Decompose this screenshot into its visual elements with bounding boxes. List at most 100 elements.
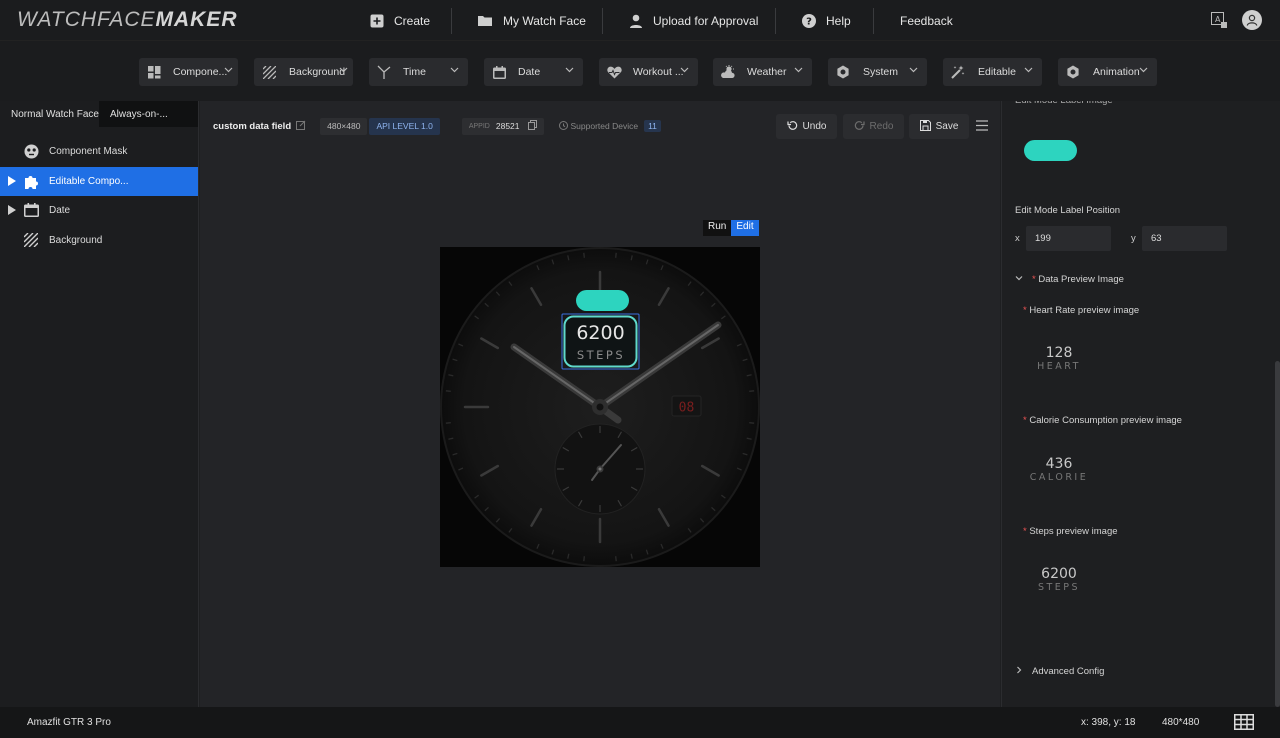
tree-item-label: Date [49, 205, 71, 217]
chevron-right-icon [1015, 666, 1023, 677]
tool-time[interactable]: Time [369, 58, 468, 86]
cloud-sun-icon [713, 65, 743, 79]
run-button[interactable]: Run [703, 220, 732, 236]
tool-components-label: Compone... [173, 66, 228, 78]
component-toolbar: Compone... Background Time Date Workout … [0, 41, 1280, 101]
save-label: Save [935, 121, 959, 132]
steps-unit-preview: STEPS [1037, 582, 1081, 593]
avatar[interactable] [1242, 10, 1262, 30]
tree-item-editable-components[interactable]: Editable Compo... [0, 166, 198, 196]
tab-always-on[interactable]: Always-on-... [99, 101, 198, 127]
tree-item-background[interactable]: Background [0, 226, 198, 256]
tool-background[interactable]: Background [254, 58, 353, 86]
menu-icon[interactable] [976, 120, 988, 134]
nav-feedback-label: Feedback [900, 13, 953, 28]
app-logo[interactable]: WATCHFACEMAKER [17, 8, 238, 32]
tool-system-label: System [863, 66, 899, 78]
grid-icon [139, 65, 169, 79]
undo-label: Undo [802, 121, 827, 132]
nav-my-watch-face-label: My Watch Face [503, 13, 586, 28]
steps-preview-image[interactable]: 6200 STEPS [1024, 566, 1094, 593]
supported-count-badge: 11 [644, 120, 661, 132]
steps-preview-label-text: Steps preview image [1029, 526, 1118, 537]
steps-value: 6200 [576, 322, 624, 344]
grid-toggle-icon[interactable] [1234, 714, 1254, 733]
field-name: custom data field [213, 120, 292, 132]
nav-help[interactable]: ? Help [802, 0, 851, 41]
tree-item-date[interactable]: Date [0, 196, 198, 226]
info-bar: custom data field 480×480 API LEVEL 1.0 … [213, 117, 668, 135]
edit-label-pill [576, 290, 629, 311]
resolution-pill: 480×480 [320, 117, 368, 135]
x-input[interactable]: 199 [1026, 226, 1111, 251]
calorie-value: 436 [1045, 456, 1073, 472]
supported-device-pill[interactable]: Supported Device 11 [552, 118, 668, 135]
tool-editable[interactable]: Editable [943, 58, 1042, 86]
heart-rate-preview-image[interactable]: 128 HEART [1024, 345, 1094, 372]
watch-preview[interactable]: 08 6200 STEPS [440, 247, 760, 567]
chevron-down-icon [1015, 274, 1023, 285]
steps-preview-label: * Steps preview image [1023, 526, 1118, 537]
tool-components[interactable]: Compone... [139, 58, 238, 86]
data-preview-section-header[interactable]: * Data Preview Image [1015, 274, 1124, 285]
heart-rate-preview-label-text: Heart Rate preview image [1029, 305, 1140, 316]
calorie-unit: CALORIE [1029, 472, 1089, 483]
edit-icon[interactable] [296, 120, 306, 132]
canvas-area: custom data field 480×480 API LEVEL 1.0 … [200, 101, 1000, 707]
heart-rate-value: 128 [1045, 345, 1073, 361]
redo-icon [854, 120, 865, 134]
y-value: 63 [1151, 233, 1162, 244]
tree-item-label: Background [49, 234, 103, 246]
tool-date[interactable]: Date [484, 58, 583, 86]
tree-item-component-mask[interactable]: Component Mask [0, 137, 198, 167]
steps-unit: STEPS [577, 348, 625, 362]
tool-system[interactable]: System [828, 58, 927, 86]
minute-tick [615, 252, 617, 258]
edit-label-image-preview[interactable] [1024, 140, 1077, 161]
save-button[interactable]: Save [909, 114, 969, 139]
chevron-down-icon [680, 65, 689, 77]
chevron-down-icon [565, 65, 574, 77]
caret-right-icon[interactable] [8, 205, 16, 218]
nav-feedback[interactable]: Feedback [900, 0, 953, 41]
nav-my-watch-face[interactable]: My Watch Face [478, 0, 586, 41]
copy-icon[interactable] [527, 120, 537, 132]
y-input[interactable]: 63 [1142, 226, 1227, 251]
help-circle-icon: ? [802, 13, 816, 28]
translate-icon[interactable]: A [1211, 12, 1227, 28]
calendar-icon [484, 65, 514, 79]
tab-normal-watch-face[interactable]: Normal Watch Face [0, 101, 99, 127]
tool-weather[interactable]: Weather [713, 58, 812, 86]
minute-tick [749, 422, 755, 424]
caret-right-icon[interactable] [8, 175, 16, 189]
edit-button[interactable]: Edit [731, 220, 759, 236]
advanced-config-header[interactable]: Advanced Config [1015, 666, 1104, 677]
undo-button[interactable]: Undo [776, 114, 837, 139]
scrollbar[interactable] [1275, 361, 1280, 707]
properties-panel: Edit Mode Label Image Edit Mode Label Po… [1001, 101, 1280, 707]
calorie-preview-label-text: Calorie Consumption preview image [1029, 415, 1182, 426]
minute-tick [615, 556, 617, 562]
mask-icon [24, 144, 39, 162]
tree-item-label: Component Mask [49, 146, 128, 158]
tool-workout[interactable]: Workout ... [599, 58, 698, 86]
mode-switch: Run Edit [703, 220, 759, 236]
redo-button[interactable]: Redo [843, 114, 904, 139]
calorie-preview-image[interactable]: 436 CALORIE [1024, 456, 1094, 483]
nav-create[interactable]: Create [370, 0, 430, 41]
heart-rate-preview-label: * Heart Rate preview image [1023, 305, 1140, 316]
device-name[interactable]: Amazfit GTR 3 Pro [27, 717, 111, 728]
chevron-down-icon [1139, 65, 1148, 77]
tool-animation[interactable]: Animation [1058, 58, 1157, 86]
appid-value: 28521 [495, 121, 520, 131]
save-icon [919, 119, 931, 134]
minute-tick [445, 390, 451, 392]
calorie-preview-label: * Calorie Consumption preview image [1023, 415, 1182, 426]
chevron-down-icon [450, 65, 459, 77]
chevron-down-icon [794, 65, 803, 77]
resolution-value: 480×480 [327, 121, 361, 131]
heart-icon [599, 66, 629, 79]
nav-upload[interactable]: Upload for Approval [629, 0, 758, 41]
hatch-icon [23, 232, 39, 250]
tool-weather-label: Weather [747, 66, 787, 78]
